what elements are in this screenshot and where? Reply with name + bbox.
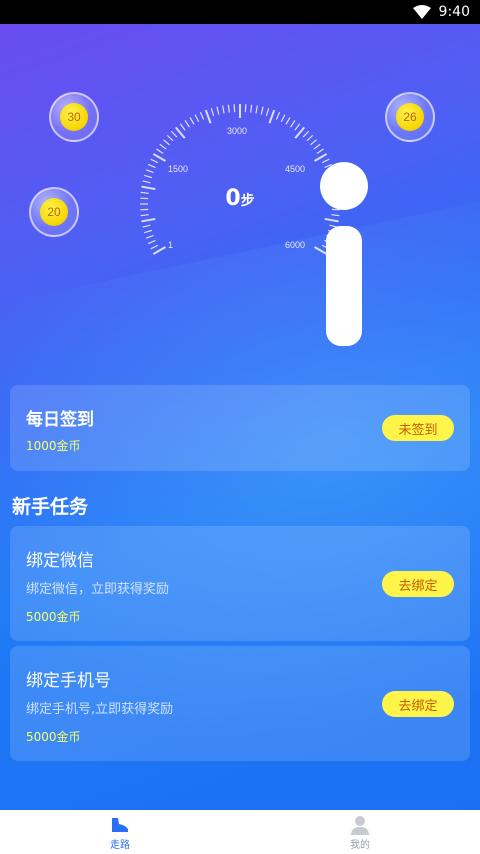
gauge-tick xyxy=(145,234,154,239)
step-gauge: 1 1500 3000 4500 6000 0步 xyxy=(130,94,368,346)
gauge-tick xyxy=(275,111,281,120)
section-title: 新手任务 xyxy=(12,496,89,518)
gauge-tick xyxy=(222,105,225,114)
task-desc: 绑定手机号,立即获得奖励 xyxy=(26,702,174,717)
gauge-tick xyxy=(152,153,167,162)
gauge-tick xyxy=(194,114,200,123)
task-reward: 5000金币 xyxy=(26,730,81,744)
gauge-tick xyxy=(306,134,314,142)
nav-label: 我的 xyxy=(350,839,370,851)
gauge-tick xyxy=(316,148,324,154)
gauge-tick xyxy=(150,158,159,164)
step-count: 0步 xyxy=(130,186,350,211)
task-title: 绑定微信 xyxy=(26,551,94,571)
shoe-icon xyxy=(112,817,128,832)
bottom-nav: 走路 我的 xyxy=(0,810,480,854)
gauge-tick xyxy=(189,117,195,125)
gauge-tick xyxy=(159,143,167,150)
gauge-tick xyxy=(255,105,258,114)
checkin-button[interactable]: 未签到 xyxy=(382,415,454,441)
gauge-tick xyxy=(199,111,205,120)
nav-label: 走路 xyxy=(110,839,130,851)
gauge-tick xyxy=(163,139,170,146)
gauge-tick xyxy=(265,108,270,117)
step-unit: 步 xyxy=(240,193,255,209)
gauge-tick xyxy=(302,130,310,138)
gauge-tick-label: 1 xyxy=(168,240,174,250)
main-area: 30 20 26 1 1500 3000 4500 6000 0步 每日签到 1… xyxy=(0,24,480,810)
gauge-tick xyxy=(227,104,230,113)
gauge-tick xyxy=(142,224,151,228)
nav-item-walk[interactable]: 走路 xyxy=(0,810,240,854)
gauge-tick xyxy=(280,114,286,123)
wifi-icon xyxy=(412,5,431,19)
task-card: 绑定手机号 绑定手机号,立即获得奖励 5000金币 去绑定 xyxy=(10,646,470,761)
gauge-tick xyxy=(204,109,212,124)
gauge-tick xyxy=(313,143,321,150)
task-desc: 绑定微信，立即获得奖励 xyxy=(26,582,170,597)
gauge-tick xyxy=(260,106,264,115)
gauge-tick xyxy=(152,246,167,255)
status-bar: 9:40 xyxy=(0,0,480,24)
gauge-tick xyxy=(166,134,174,142)
gauge-tick xyxy=(268,109,276,124)
checkin-title: 每日签到 xyxy=(26,410,94,430)
gauge-tick xyxy=(179,123,186,131)
gauge-tick xyxy=(290,120,296,128)
bind-phone-button[interactable]: 去绑定 xyxy=(382,691,454,717)
user-icon xyxy=(351,815,369,835)
gauge-tick xyxy=(150,244,159,250)
gauge-tick xyxy=(147,163,156,169)
gauge-tick xyxy=(156,148,164,154)
coin-icon: 20 xyxy=(40,198,68,226)
gauge-tick xyxy=(141,217,156,223)
gauge-tick-label: 3000 xyxy=(227,126,248,136)
gauge-tick xyxy=(147,239,156,245)
gauge-tick xyxy=(170,130,178,138)
gauge-tick xyxy=(216,106,220,115)
gauge-tick xyxy=(184,120,190,128)
checkin-reward: 1000金币 xyxy=(26,439,81,453)
gauge-tick xyxy=(250,104,253,113)
task-title: 绑定手机号 xyxy=(26,671,111,691)
coin-bubble[interactable]: 26 xyxy=(385,92,435,142)
coin-icon: 26 xyxy=(396,103,424,131)
task-card: 绑定微信 绑定微信，立即获得奖励 5000金币 去绑定 xyxy=(10,526,470,641)
gauge-tick xyxy=(145,169,154,174)
coin-bubble[interactable]: 20 xyxy=(29,187,79,237)
gauge-tick xyxy=(142,180,151,184)
gauge-tick xyxy=(210,108,215,117)
gauge-tick-label: 1500 xyxy=(168,164,189,174)
gauge-tick xyxy=(144,229,153,234)
bind-wechat-button[interactable]: 去绑定 xyxy=(382,571,454,597)
gauge-tick xyxy=(294,123,301,131)
task-reward: 5000金币 xyxy=(26,610,81,624)
gauge-tick xyxy=(144,174,153,179)
gauge-tick xyxy=(140,214,149,217)
daily-checkin-card: 每日签到 1000金币 未签到 xyxy=(10,385,470,471)
gauge-tick xyxy=(285,117,291,125)
coin-bubble[interactable]: 30 xyxy=(49,92,99,142)
nav-item-me[interactable]: 我的 xyxy=(240,810,480,854)
status-time: 9:40 xyxy=(438,4,470,20)
coin-icon: 30 xyxy=(60,103,88,131)
gauge-tick xyxy=(310,139,317,146)
step-value: 0 xyxy=(225,186,241,211)
